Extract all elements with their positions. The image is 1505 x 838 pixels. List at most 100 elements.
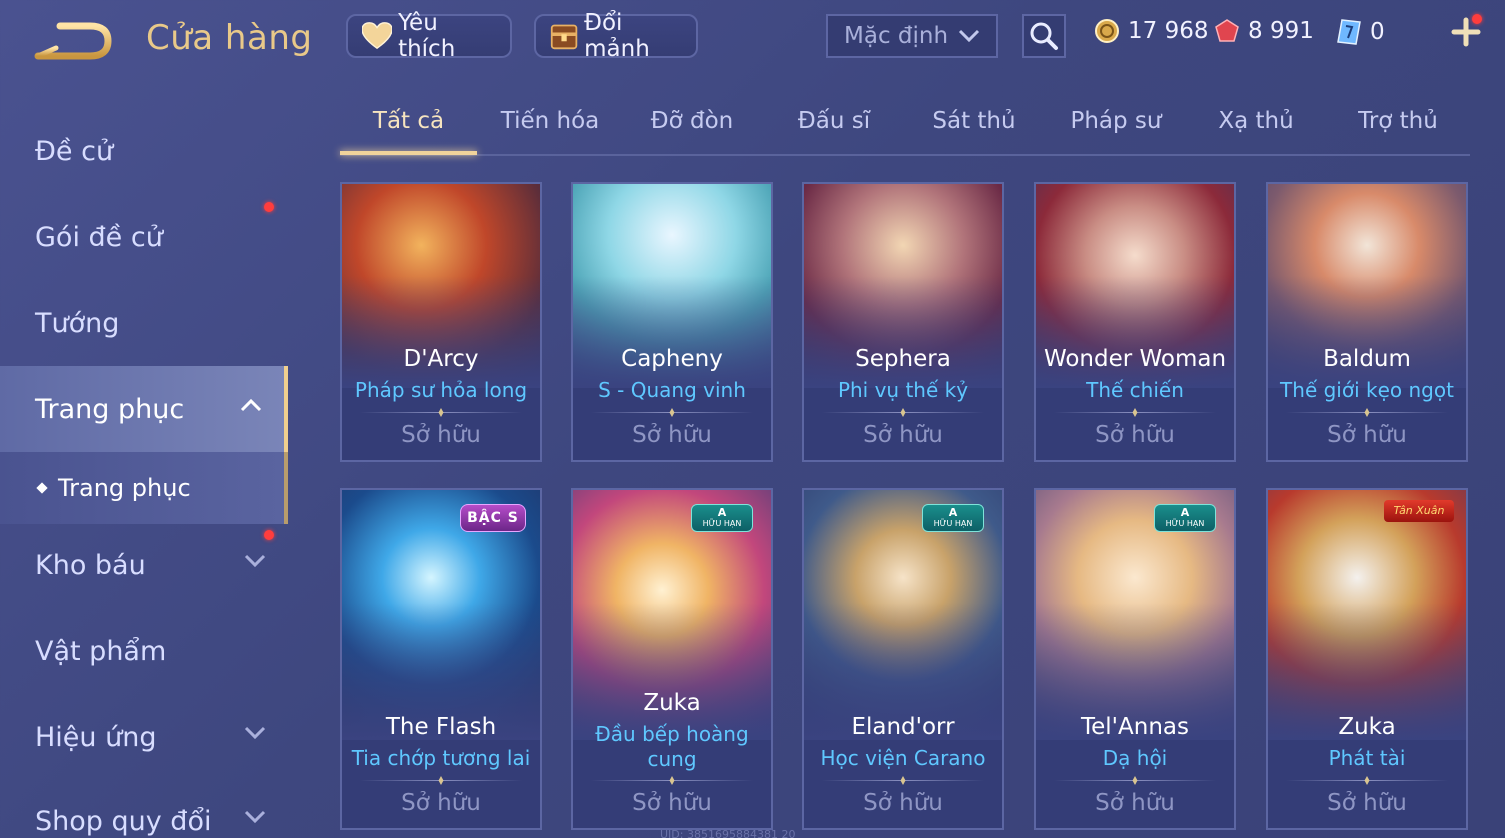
voucher-amount: 0 [1370, 19, 1385, 45]
sidebar-item-featured-packs[interactable]: Gói đề cử [0, 194, 288, 280]
sidebar-item-label: Hiệu ứng [35, 721, 157, 753]
owned-status: Sở hữu [401, 790, 481, 816]
tab-assassin[interactable]: Sát thủ [904, 108, 1044, 154]
gold-amount: 17 968 [1128, 18, 1209, 44]
voucher-currency: 0 [1336, 18, 1385, 46]
sidebar-item-items[interactable]: Vật phẩm [0, 608, 288, 694]
fragment-label: Đổi mảnh [584, 10, 650, 62]
skin-card[interactable]: A HỮU HẠN Tel'Annas Dạ hội Sở hữu [1034, 488, 1236, 830]
sidebar-item-label: Shop quy đổi [35, 805, 212, 837]
hero-name: Wonder Woman [1043, 346, 1227, 372]
sidebar-subitem-skins[interactable]: Trang phục [0, 452, 288, 524]
ruby-gem-icon [1215, 19, 1239, 42]
page-title: Cửa hàng [146, 18, 313, 58]
sidebar-item-skins[interactable]: Trang phục [0, 366, 288, 452]
owned-status: Sở hữu [1095, 790, 1175, 816]
chevron-down-icon [244, 810, 266, 824]
sidebar-item-treasure[interactable]: Kho báu [0, 522, 288, 608]
hero-name: Zuka [643, 690, 701, 716]
owned-status: Sở hữu [632, 790, 712, 816]
skin-card[interactable]: A HỮU HẠN Zuka Đầu bếp hoàng cung Sở hữu [571, 488, 773, 830]
tab-support[interactable]: Trợ thủ [1328, 108, 1468, 154]
skin-name: Thế giới kẹo ngọt [1280, 378, 1454, 402]
gold-coin-icon [1095, 19, 1119, 43]
tier-s-badge: BẬC S [460, 504, 526, 532]
hero-name: Zuka [1338, 714, 1396, 740]
card-divider [360, 780, 522, 781]
tab-mage[interactable]: Pháp sư [1046, 108, 1186, 154]
limited-a-badge: A HỮU HẠN [922, 504, 984, 532]
hero-name: Sephera [855, 346, 951, 372]
card-divider [1054, 780, 1216, 781]
owned-status: Sở hữu [632, 422, 712, 448]
tab-fighter[interactable]: Đấu sĩ [764, 108, 904, 154]
chevron-up-icon [240, 398, 262, 412]
card-divider [360, 412, 522, 413]
sort-dropdown[interactable]: Mặc định [826, 14, 998, 58]
owned-status: Sở hữu [1095, 422, 1175, 448]
tab-all[interactable]: Tất cả [340, 108, 477, 154]
skin-card[interactable]: Baldum Thế giới kẹo ngọt Sở hữu [1266, 182, 1468, 462]
sidebar-subitem-label: Trang phục [58, 474, 191, 502]
fragment-exchange-button[interactable]: Đổi mảnh [534, 10, 698, 62]
owned-status: Sở hữu [863, 422, 943, 448]
badge-limited-label: HỮU HẠN [702, 519, 742, 528]
sidebar-item-label: Kho báu [35, 549, 146, 581]
active-tab-indicator [340, 151, 477, 155]
gold-currency: 17 968 [1094, 18, 1208, 44]
card-divider [822, 412, 984, 413]
sidebar-item-effects[interactable]: Hiệu ứng [0, 694, 288, 780]
chevron-down-icon [244, 554, 266, 568]
diamond-bullet-icon [36, 482, 48, 494]
badge-limited-label: HỮU HẠN [933, 519, 973, 528]
tab-marksman[interactable]: Xạ thủ [1186, 108, 1326, 154]
treasure-chest-icon [550, 24, 578, 50]
sidebar-item-featured[interactable]: Đề cử [0, 108, 288, 194]
favorite-button[interactable]: Yêu thích [346, 10, 512, 62]
chevron-down-icon [244, 726, 266, 740]
skin-name: Học viện Carano [820, 746, 986, 770]
owned-status: Sở hữu [401, 422, 481, 448]
hero-name: Tel'Annas [1081, 714, 1189, 740]
card-divider [1054, 412, 1216, 413]
skin-name: S - Quang vinh [598, 378, 746, 402]
sidebar-item-exchange-shop[interactable]: Shop quy đổi [0, 778, 288, 838]
skin-name: Phát tài [1328, 746, 1406, 770]
skin-card[interactable]: D'Arcy Pháp sư hỏa long Sở hữu [340, 182, 542, 462]
tab-tank[interactable]: Đỡ đòn [622, 108, 762, 154]
hero-name: Baldum [1323, 346, 1411, 372]
chevron-down-icon [958, 29, 980, 43]
tab-evolution[interactable]: Tiến hóa [480, 108, 620, 154]
skin-artwork [1268, 490, 1466, 741]
favorite-label: Yêu thích [398, 10, 456, 62]
skin-card[interactable]: Sephera Phi vụ thế kỷ Sở hữu [802, 182, 1004, 462]
skin-name: Tia chớp tương lai [351, 746, 531, 770]
sort-value: Mặc định [844, 23, 949, 49]
owned-status: Sở hữu [1327, 422, 1407, 448]
owned-status: Sở hữu [863, 790, 943, 816]
sidebar-item-label: Tướng [35, 307, 120, 339]
skin-card[interactable]: BẬC S The Flash Tia chớp tương lai Sở hữ… [340, 488, 542, 830]
card-divider [822, 780, 984, 781]
category-tabs: Tất cả Tiến hóa Đỡ đòn Đấu sĩ Sát thủ Ph… [340, 104, 1470, 156]
badge-limited-label: HỮU HẠN [1165, 519, 1205, 528]
skin-card[interactable]: Wonder Woman Thế chiến Sở hữu [1034, 182, 1236, 462]
owned-status: Sở hữu [1327, 790, 1407, 816]
notification-dot [1472, 14, 1482, 24]
sidebar-item-label: Vật phẩm [35, 635, 167, 667]
skin-name: Đầu bếp hoàng cung [595, 722, 749, 771]
search-button[interactable] [1022, 14, 1066, 58]
sidebar-item-heroes[interactable]: Tướng [0, 280, 288, 366]
badge-grade: A [1180, 506, 1190, 519]
back-arrow-icon[interactable] [34, 18, 114, 64]
skin-card[interactable]: A HỮU HẠN Eland'orr Học viện Carano Sở hữ… [802, 488, 1004, 830]
skin-name: Pháp sư hỏa long [354, 378, 528, 402]
skin-name: Dạ hội [1102, 746, 1168, 770]
sidebar-item-label: Trang phục [35, 393, 185, 425]
skin-card[interactable]: Tân Xuân Zuka Phát tài Sở hữu [1266, 488, 1468, 830]
skin-card[interactable]: Capheny S - Quang vinh Sở hữu [571, 182, 773, 462]
sidebar: Đề cử Gói đề cử Tướng Trang phục Trang p… [0, 100, 288, 838]
ruby-currency: 8 991 [1214, 18, 1314, 44]
skin-name: Thế chiến [1086, 378, 1184, 402]
ruby-amount: 8 991 [1248, 18, 1314, 44]
